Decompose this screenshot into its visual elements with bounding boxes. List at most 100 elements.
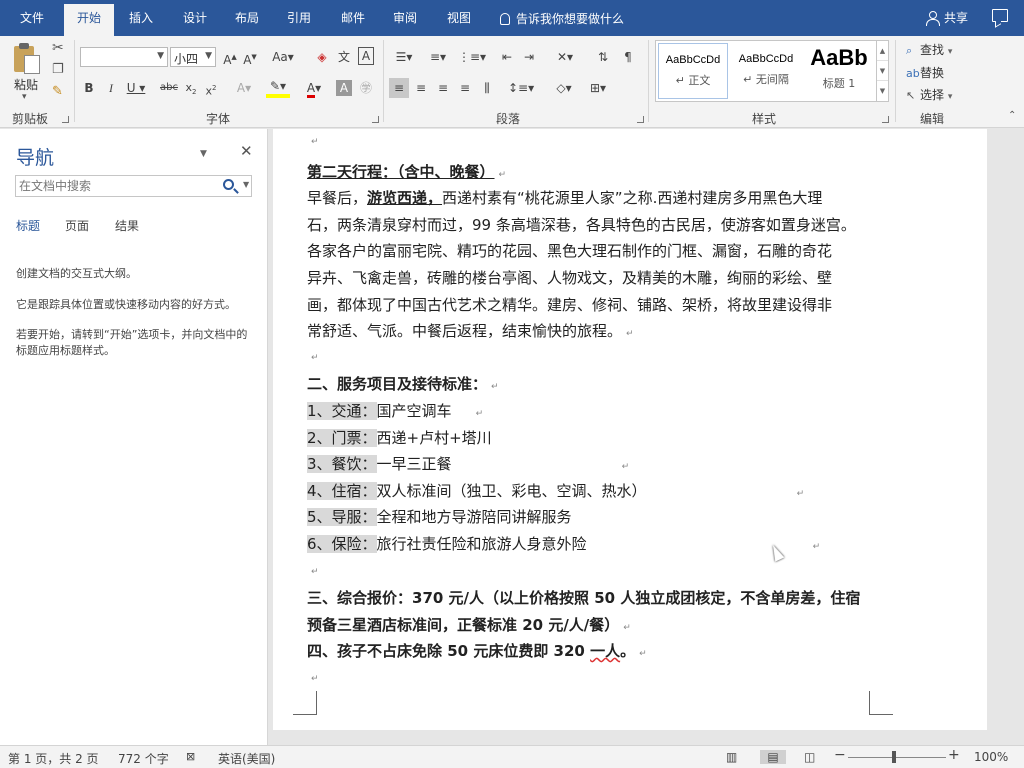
tab-mailings[interactable]: 邮件 [330,8,376,36]
section3-line[interactable]: 预备三星酒店标准间，正餐标准 20 元/人/餐） ↵ [307,615,631,638]
shading-icon[interactable]: ◇▾ [550,78,578,98]
more-styles-icon[interactable]: ▼ [877,81,888,101]
nav-search-input[interactable] [19,177,209,195]
doc-paragraph-line[interactable]: 画，都体现了中国古代艺术之精华。建房、修祠、铺路、架桥，将故里建设得非 [307,295,832,315]
format-painter-icon[interactable]: ✎ [52,84,63,99]
italic-icon[interactable]: I [104,78,118,98]
proofing-icon[interactable]: ⊠ [186,750,195,763]
font-size-box[interactable]: 小四 ▼ [170,47,216,67]
bullets-icon[interactable]: ☰▾ [390,47,418,67]
collapse-ribbon-icon[interactable]: ⌃ [1008,110,1016,121]
share-button[interactable]: 共享 [926,9,968,26]
chinese-layout-icon[interactable]: ✕▾ [552,47,578,67]
doc-paragraph-line[interactable]: 异卉、飞禽走兽，砖雕的楼台亭阁、人物戏文，及精美的木雕，绚丽的彩绘、壁 [307,268,832,288]
borders-icon[interactable]: ⊞▾ [584,78,612,98]
increase-indent-icon[interactable]: ⇥ [520,47,538,67]
tab-references[interactable]: 引用 [276,8,322,36]
show-marks-icon[interactable]: ¶ [620,47,636,67]
chevron-down-icon[interactable]: ▼ [243,180,249,189]
web-layout-icon[interactable]: ◫ [804,750,820,764]
strikethrough-icon[interactable]: abc [158,78,180,98]
document-area[interactable]: ↵ 第二天行程：（含中、晚餐） ↵ 早餐后，游览西递，西递村素有“桃花源里人家”之… [269,129,1024,745]
char-border-icon[interactable]: A [358,47,374,65]
font-name-box[interactable]: ▼ [80,47,168,67]
styles-launcher-icon[interactable] [882,116,889,123]
cut-icon[interactable]: ✂ [52,40,64,56]
tab-design[interactable]: 设计 [172,8,218,36]
bold-icon[interactable]: B [82,78,96,98]
text-effects-icon[interactable]: A▾ [234,78,254,98]
zoom-level[interactable]: 100% [974,750,1008,764]
clear-format-icon[interactable]: ◈ [314,47,330,67]
read-mode-icon[interactable]: ▥ [726,750,742,764]
zoom-slider-thumb[interactable] [892,751,896,763]
char-shading-icon[interactable]: A [336,80,352,96]
service-item[interactable]: 1、交通：国产空调车 ↵ [307,401,483,424]
tab-layout[interactable]: 布局 [224,8,270,36]
multilevel-list-icon[interactable]: ⋮≡▾ [458,47,486,67]
copy-icon[interactable]: ❐ [52,62,64,77]
sort-icon[interactable]: ⇅ [594,47,612,67]
shrink-font-icon[interactable]: A▼ [242,47,258,67]
tab-home[interactable]: 开始 [64,4,114,36]
align-center-icon[interactable]: ≡ [412,78,430,98]
underline-icon[interactable]: U ▾ [126,78,146,98]
style-heading-1[interactable]: AaBb 标题 1 [804,43,874,99]
align-left-icon[interactable]: ≡ [389,78,409,98]
font-launcher-icon[interactable] [372,116,379,123]
font-color-icon[interactable]: A▾ [302,78,326,98]
service-item[interactable]: 3、餐饮：一早三正餐 ↵ [307,454,629,477]
nav-tab-pages[interactable]: 页面 [65,217,89,234]
tell-me-box[interactable]: 告诉我你想要做什么 [500,10,624,27]
chevron-up-icon[interactable]: ▲ [877,41,888,61]
subscript-icon[interactable]: x2 [184,78,198,98]
tab-insert[interactable]: 插入 [118,8,164,36]
superscript-icon[interactable]: x2 [204,78,218,98]
paragraph-launcher-icon[interactable] [637,116,644,123]
word-count[interactable]: 772 个字 [118,750,169,767]
doc-paragraph-line[interactable]: 常舒适、气派。中餐后返程，结束愉快的旅程。 ↵ [307,321,634,344]
grow-font-icon[interactable]: A▲ [222,47,238,67]
enclose-char-icon[interactable]: ㊫ [358,78,374,98]
align-right-icon[interactable]: ≡ [434,78,452,98]
page-count[interactable]: 第 1 页，共 2 页 [8,750,99,767]
chevron-down-icon[interactable]: ▼ [200,149,207,159]
numbering-icon[interactable]: ≡▾ [424,47,452,67]
zoom-out-icon[interactable]: − [834,747,846,763]
nav-tab-headings[interactable]: 标题 [16,217,40,234]
close-icon[interactable]: ✕ [240,142,253,160]
section2-heading[interactable]: 二、服务项目及接待标准： ↵ [307,374,499,397]
document-page[interactable]: ↵ 第二天行程：（含中、晚餐） ↵ 早餐后，游览西递，西递村素有“桃花源里人家”之… [273,129,987,730]
justify-icon[interactable]: ≡ [456,78,474,98]
tab-file[interactable]: 文件 [8,8,56,36]
service-item[interactable]: 5、导服：全程和地方导游陪同讲解服务 [307,507,572,527]
service-item[interactable]: 4、住宿：双人标准间（独卫、彩电、空调、热水） ↵ [307,481,804,504]
zoom-in-icon[interactable]: + [948,747,960,763]
nav-tab-results[interactable]: 结果 [115,217,139,234]
select-button[interactable]: ↖ 选择 ▾ [906,86,952,103]
search-icon[interactable] [223,179,234,190]
zoom-slider[interactable] [848,757,946,758]
distribute-icon[interactable]: ⫼ [478,78,496,98]
vertical-scrollbar[interactable] [1008,129,1024,745]
paste-icon[interactable] [12,42,42,76]
print-layout-icon[interactable]: ▤ [760,750,786,764]
tab-view[interactable]: 视图 [436,8,482,36]
comments-icon[interactable] [992,9,1008,22]
service-item[interactable]: 6、保险：旅行社责任险和旅游人身意外险 ↵ [307,534,820,557]
phonetic-guide-icon[interactable]: 文 [336,47,352,67]
clipboard-launcher-icon[interactable] [62,116,69,123]
change-case-icon[interactable]: Aa▾ [270,47,296,67]
chevron-down-icon[interactable]: ▼ [877,61,888,81]
service-item[interactable]: 2、门票：西递+卢村+塔川 [307,428,492,448]
style-normal[interactable]: AaBbCcDd ↵ 正文 [658,43,728,99]
styles-scroll[interactable]: ▲ ▼ ▼ [876,41,888,101]
find-button[interactable]: ⌕ 查找 ▾ [906,41,952,58]
paste-dropdown-icon[interactable]: ▾ [22,92,27,102]
language[interactable]: 英语(美国) [218,750,275,767]
decrease-indent-icon[interactable]: ⇤ [498,47,516,67]
paste-button-label[interactable]: 粘贴 [14,76,38,93]
doc-paragraph-line[interactable]: 早餐后，游览西递，西递村素有“桃花源里人家”之称.西递村建房多用黑色大理 [307,188,822,208]
line-spacing-icon[interactable]: ↕≡▾ [508,78,534,98]
day2-heading[interactable]: 第二天行程：（含中、晚餐） ↵ [307,162,506,185]
